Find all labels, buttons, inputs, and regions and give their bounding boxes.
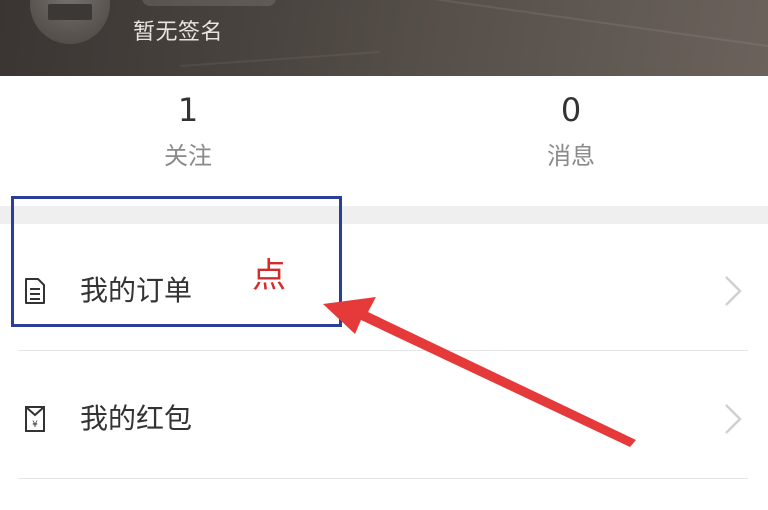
divider [18, 478, 748, 479]
stat-following-count: 1 [177, 91, 199, 129]
stat-messages-count: 0 [560, 91, 582, 129]
stat-messages[interactable]: 0 消息 [511, 90, 631, 176]
menu-item-label: 我的红包 [80, 402, 193, 435]
document-icon [25, 278, 45, 304]
username-placeholder [142, 0, 276, 6]
stats-bar: 1 关注 0 消息 [0, 76, 768, 206]
avatar-image-detail [48, 4, 92, 20]
annotation-label: 点 [252, 256, 286, 296]
header-decoration [180, 51, 380, 67]
avatar[interactable] [30, 0, 110, 44]
section-separator [0, 206, 768, 224]
profile-header: 暂无签名 [0, 0, 768, 76]
svg-text:¥: ¥ [32, 420, 38, 430]
red-packet-icon: ¥ [25, 406, 45, 432]
menu-item-label: 我的订单 [80, 274, 193, 307]
stat-following-label: 关注 [164, 142, 212, 170]
stat-following[interactable]: 1 关注 [128, 90, 248, 176]
chevron-right-icon [725, 404, 742, 434]
divider [18, 350, 748, 351]
menu-item-my-orders[interactable]: 我的订单 [0, 231, 768, 351]
chevron-right-icon [725, 276, 742, 306]
menu-item-my-red-packets[interactable]: ¥ 我的红包 [0, 359, 768, 479]
stat-messages-label: 消息 [547, 142, 595, 170]
header-decoration [362, 0, 768, 55]
profile-signature[interactable]: 暂无签名 [133, 14, 223, 46]
